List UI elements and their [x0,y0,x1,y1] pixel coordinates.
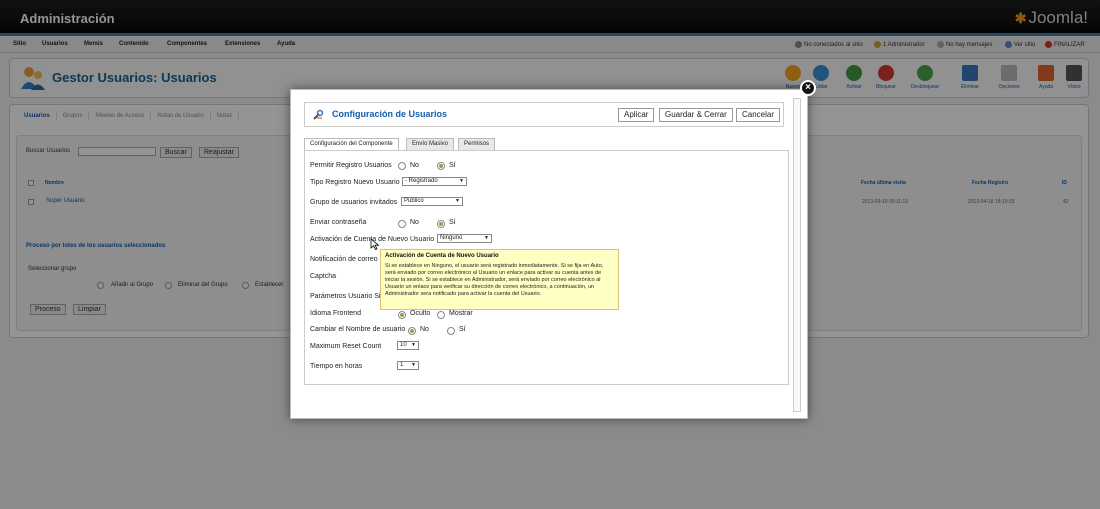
close-modal-button[interactable]: × [800,80,816,96]
tooltip-title: Activación de Cuenta de Nuevo Usuario [385,253,499,259]
send-password-no-label: No [410,219,419,226]
allow-registration-yes-label: Sí [449,162,456,169]
change-username-label: Cambiar el Nombre de usuario [310,326,406,333]
chevron-down-icon: ▼ [411,362,416,368]
send-password-no-radio[interactable] [398,220,406,228]
allow-registration-label: Permitir Registro Usuarios [310,162,392,169]
modal-title: Configuración de Usuarios [332,109,448,119]
new-user-type-select[interactable]: - Registrado ▼ [402,177,467,186]
frontend-language-hidden-label: Oculto [410,310,431,317]
change-username-no-radio[interactable] [408,327,416,335]
allow-registration-no-radio[interactable] [398,162,406,170]
user-params-label: Parámetros Usuario Sit [310,293,383,300]
reset-count-label: Maximum Reset Count [310,343,382,350]
reset-time-select[interactable]: 1 ▼ [397,361,419,370]
apply-button[interactable]: Aplicar [618,108,655,122]
frontend-language-show-radio[interactable] [437,311,445,319]
allow-registration-no-label: No [410,162,419,169]
reset-count-select[interactable]: 10 ▼ [397,341,419,350]
mouse-cursor-icon [370,238,380,250]
captcha-label: Captcha [310,273,337,280]
reset-time-label: Tiempo en horas [310,363,363,370]
change-username-no-label: No [420,326,429,333]
notification-label: Notificación de correo a [310,256,384,263]
tooltip-text: Si se establece en Ninguno, el usuario s… [385,263,604,297]
chevron-down-icon: ▼ [484,235,489,241]
send-password-label: Enviar contraseña [310,219,367,226]
guest-group-select[interactable]: Público ▼ [401,197,463,206]
frontend-language-show-label: Mostrar [449,310,473,317]
activation-tooltip: Activación de Cuenta de Nuevo Usuario Si… [380,249,619,310]
change-username-yes-radio[interactable] [447,327,455,335]
chevron-down-icon: ▼ [455,198,460,204]
chevron-down-icon: ▼ [411,342,416,348]
guest-group-label: Grupo de usuarios invitados [310,199,398,206]
save-close-button[interactable]: Guardar & Cerrar [659,108,733,122]
wrench-icon [313,109,324,120]
close-icon: × [805,82,811,93]
allow-registration-yes-radio[interactable] [437,162,445,170]
activation-select[interactable]: Ninguno ▼ [437,234,492,243]
new-user-type-label: Tipo Registro Nuevo Usuario [310,179,400,186]
send-password-yes-radio[interactable] [437,220,445,228]
cancel-button[interactable]: Cancelar [736,108,781,122]
chevron-down-icon: ▼ [459,178,464,184]
frontend-language-label: Idioma Frontend [310,310,361,317]
change-username-yes-label: Sí [459,326,466,333]
send-password-yes-label: Sí [449,219,456,226]
modal-scrollbar[interactable] [793,98,801,412]
frontend-language-hidden-radio[interactable] [398,311,406,319]
modal-header: Configuración de Usuarios Aplicar Guarda… [304,102,784,127]
